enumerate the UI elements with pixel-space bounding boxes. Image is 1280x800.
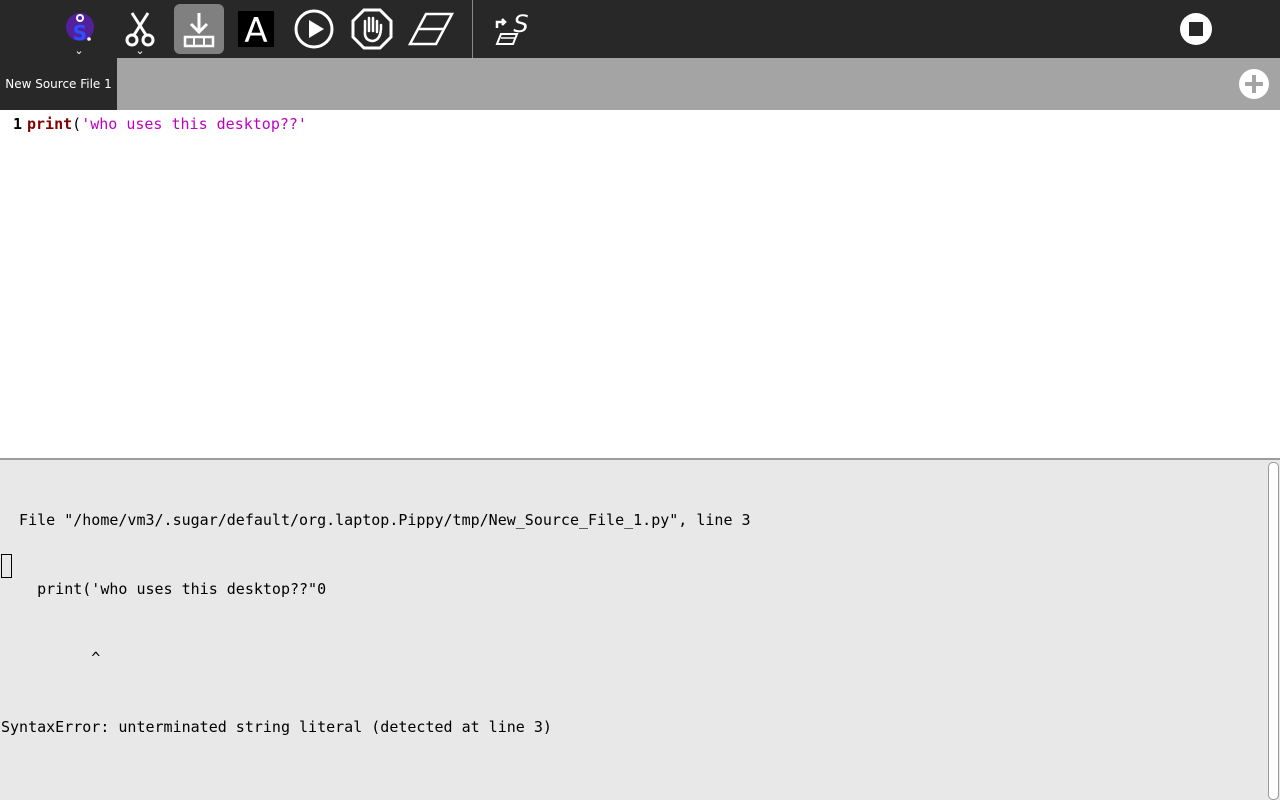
cut-button[interactable]: ⌄ [115, 4, 165, 56]
tab-bar: New Source File 1 [0, 58, 1280, 110]
add-tab-button[interactable] [1238, 68, 1270, 100]
code-string: 'who uses this desktop??' [81, 115, 307, 133]
chevron-down-icon[interactable]: ⌄ [135, 45, 144, 56]
console-output: File "/home/vm3/.sugar/default/org.lapto… [1, 463, 751, 785]
toolbar-separator [472, 0, 473, 58]
stop-run-button[interactable] [347, 4, 397, 54]
eraser-icon [408, 9, 454, 49]
console-line: print('who uses this desktop??"0 [1, 580, 327, 598]
console-line: File "/home/vm3/.sugar/default/org.lapto… [1, 511, 751, 529]
output-console[interactable]: File "/home/vm3/.sugar/default/org.lapto… [0, 458, 1280, 800]
run-button[interactable] [289, 4, 339, 54]
clear-button[interactable] [406, 4, 456, 54]
tab-new-source-file-1[interactable]: New Source File 1 [0, 58, 117, 110]
activity-button[interactable]: S ⌄ [54, 4, 104, 56]
pippy-activity-icon: S [59, 9, 99, 49]
export-button[interactable]: S [488, 4, 538, 54]
chevron-down-icon[interactable]: ⌄ [74, 45, 83, 56]
font-glyph: A [244, 11, 267, 49]
download-icon [181, 9, 217, 49]
scissors-icon [122, 9, 158, 49]
console-cursor [1, 554, 12, 578]
stop-icon [1178, 11, 1214, 47]
console-line: SyntaxError: unterminated string literal… [1, 718, 552, 736]
play-icon [293, 8, 335, 50]
hand-stop-icon [350, 7, 394, 51]
font-button[interactable]: A [231, 4, 281, 54]
stop-button[interactable] [1171, 4, 1221, 54]
code-line[interactable]: 1 print('who uses this desktop??' [0, 114, 307, 134]
svg-text:S: S [73, 21, 87, 45]
tab-label: New Source File 1 [5, 77, 112, 91]
letter-a-icon: A [236, 9, 276, 49]
line-number: 1 [12, 115, 22, 133]
console-line: ^ [1, 649, 101, 667]
code-keyword: print [27, 115, 73, 133]
scrollbar-thumb[interactable] [1268, 462, 1279, 800]
save-button[interactable] [174, 4, 224, 54]
code-paren: ( [72, 115, 82, 133]
plus-circle-icon [1238, 69, 1270, 104]
code-editor[interactable]: 1 print('who uses this desktop??' [0, 110, 1280, 458]
toolbar: S ⌄ ⌄ A S [0, 0, 1280, 58]
console-scrollbar[interactable] [1266, 460, 1280, 800]
export-bundle-icon: S [491, 8, 535, 50]
